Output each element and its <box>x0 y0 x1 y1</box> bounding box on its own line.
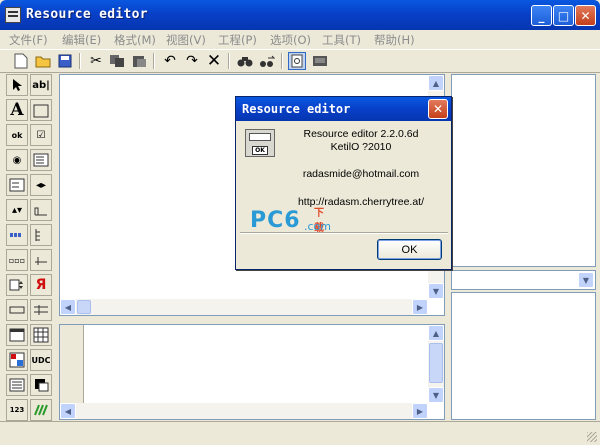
menu-view[interactable]: 视图(V) <box>166 32 206 48</box>
menu-tools[interactable]: 工具(T) <box>322 32 361 48</box>
static-text-tool-icon[interactable]: A <box>6 99 28 121</box>
app-icon[interactable] <box>5 7 21 23</box>
scroll-right-icon[interactable]: ▶ <box>412 403 428 419</box>
dialog-version: Resource editor 2.2.0.6d <box>303 128 419 140</box>
header-tool-icon[interactable] <box>30 299 52 321</box>
scroll-right-icon[interactable]: ▶ <box>412 299 428 315</box>
scroll-left-icon[interactable]: ◀ <box>60 403 76 419</box>
open-folder-icon[interactable] <box>34 52 52 70</box>
paste-icon[interactable] <box>130 52 148 70</box>
output-gutter <box>60 325 84 403</box>
chevron-down-icon[interactable]: ▼ <box>578 272 594 288</box>
output-pane[interactable]: ▲ ▼ ◀ ▶ <box>59 324 445 420</box>
image-tool-icon[interactable] <box>6 324 28 346</box>
group-box-tool-icon[interactable] <box>30 99 52 121</box>
project-panel[interactable] <box>451 74 596 267</box>
listview-tool-icon[interactable]: ▫▫▫ <box>6 249 28 271</box>
datetime-tool-icon[interactable]: 123 <box>6 399 28 421</box>
treeview-tool-icon[interactable] <box>30 224 52 246</box>
hscroll-tool-icon[interactable]: ◂▸ <box>30 174 52 196</box>
color-box-tool-icon[interactable] <box>30 374 52 396</box>
minimize-button[interactable]: _ <box>531 5 552 26</box>
scroll-down-icon[interactable]: ▼ <box>428 283 444 299</box>
edit-text-tool-icon[interactable]: ab| <box>30 74 52 96</box>
scroll-up-icon[interactable]: ▲ <box>428 75 444 91</box>
new-file-icon[interactable] <box>12 52 30 70</box>
find-icon[interactable] <box>236 52 254 70</box>
animate-tool-icon[interactable] <box>30 399 52 421</box>
maximize-button[interactable]: □ <box>553 5 574 26</box>
dialog-title: Resource editor <box>242 102 351 116</box>
dialog-close-button[interactable]: ✕ <box>428 99 448 119</box>
redo-icon[interactable]: ↷ <box>183 52 201 70</box>
output-vscroll[interactable]: ▲ ▼ <box>428 325 444 403</box>
editor-hscroll[interactable]: ◀ ▶ <box>60 299 428 315</box>
dialog-title-bar[interactable]: Resource editor ✕ <box>236 97 451 121</box>
properties-combo[interactable]: ▼ <box>451 270 596 290</box>
dialog-email: radasmide@hotmail.com <box>302 168 420 180</box>
dialog-copyright: KetilO ?2010 <box>330 141 392 153</box>
output-hscroll[interactable]: ◀ ▶ <box>60 403 428 419</box>
delete-icon[interactable]: ✕ <box>205 51 223 71</box>
save-icon[interactable] <box>56 52 74 70</box>
status-bar <box>0 421 600 445</box>
tool-palette: ab| A ok ☑ ◉ ◂▸ ▴▾ ▫▫▫ Я UDC 123 <box>4 74 56 421</box>
scroll-left-icon[interactable]: ◀ <box>60 299 76 315</box>
trackbar-tool-icon[interactable] <box>30 249 52 271</box>
menu-options[interactable]: 选项(O) <box>270 32 311 48</box>
scroll-thumb[interactable] <box>429 343 443 383</box>
updown-tool-icon[interactable] <box>6 274 28 296</box>
undo-icon[interactable]: ↶ <box>161 52 179 70</box>
resize-grip[interactable] <box>587 432 597 442</box>
close-button[interactable]: ✕ <box>575 5 596 26</box>
scroll-thumb[interactable] <box>77 300 91 314</box>
menu-format[interactable]: 格式(M) <box>114 32 156 48</box>
grid-tool-icon[interactable] <box>30 324 52 346</box>
combobox-tool-icon[interactable] <box>6 174 28 196</box>
richedit-tool-icon[interactable]: Я <box>30 274 52 296</box>
properties-icon[interactable] <box>311 52 329 70</box>
cut-icon[interactable]: ✂ <box>87 52 105 70</box>
tab-tool-icon[interactable] <box>30 199 52 221</box>
watermark-logo: PC6 下载 .com <box>250 208 331 234</box>
progress-tool-icon[interactable] <box>6 224 28 246</box>
pointer-tool-icon[interactable] <box>6 74 28 96</box>
button-tool-icon[interactable]: ok <box>6 124 28 146</box>
shape-tool-icon[interactable] <box>6 374 28 396</box>
dialog-url[interactable]: http://radasm.cherrytree.at/ <box>276 196 446 208</box>
ok-button[interactable]: OK <box>377 239 442 260</box>
udc-tool-icon[interactable]: UDC <box>30 349 52 371</box>
about-dialog: Resource editor ✕ OK Resource editor 2.2… <box>235 96 452 270</box>
toolbar: ✂ ↶ ↷ ✕ <box>0 49 600 73</box>
checkbox-tool-icon[interactable]: ☑ <box>30 124 52 146</box>
radio-tool-icon[interactable]: ◉ <box>6 149 28 171</box>
vscroll-tool-icon[interactable]: ▴▾ <box>6 199 28 221</box>
menu-file[interactable]: 文件(F) <box>9 32 48 48</box>
listbox-tool-icon[interactable] <box>30 149 52 171</box>
app-logo-icon: OK <box>245 129 275 157</box>
ip-address-tool-icon[interactable] <box>6 349 28 371</box>
menu-project[interactable]: 工程(P) <box>218 32 257 48</box>
scroll-up-icon[interactable]: ▲ <box>428 325 444 341</box>
window-title: Resource editor <box>26 7 148 22</box>
title-bar[interactable]: Resource editor _ □ ✕ <box>0 0 600 30</box>
menu-bar: 文件(F) 编辑(E) 格式(M) 视图(V) 工程(P) 选项(O) 工具(T… <box>0 30 600 48</box>
menu-edit[interactable]: 编辑(E) <box>62 32 101 48</box>
scroll-down-icon[interactable]: ▼ <box>428 387 444 403</box>
statusbar-tool-icon[interactable] <box>6 299 28 321</box>
preview-icon[interactable] <box>288 52 306 70</box>
properties-panel[interactable] <box>451 292 596 420</box>
replace-icon[interactable] <box>258 52 276 70</box>
menu-help[interactable]: 帮助(H) <box>374 32 415 48</box>
copy-icon[interactable] <box>108 52 126 70</box>
